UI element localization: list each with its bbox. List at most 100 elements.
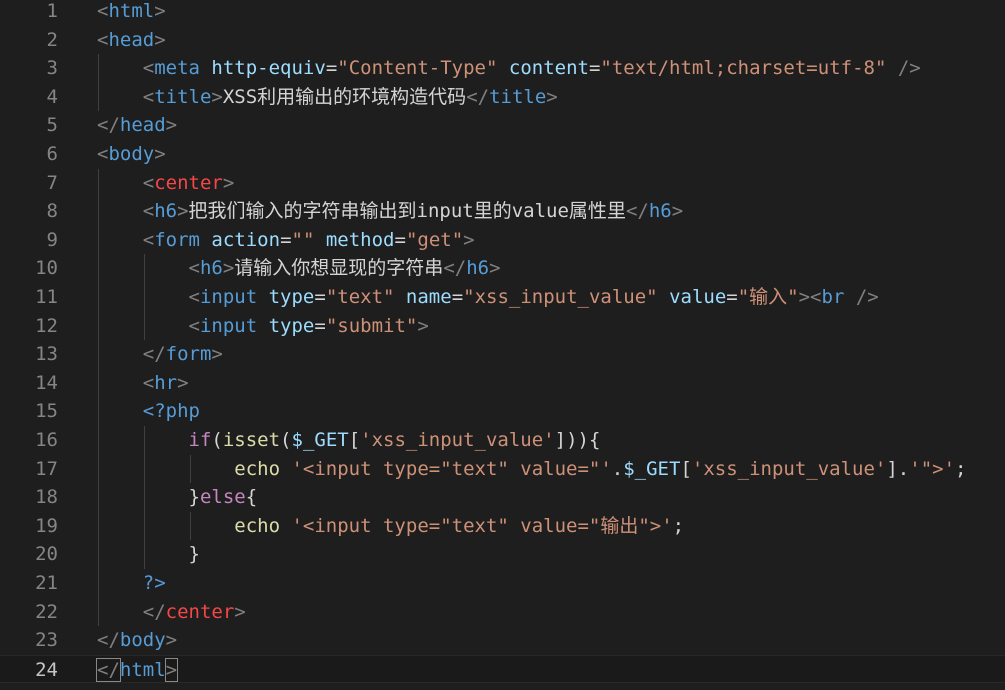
code-line[interactable]: 14 <hr> (0, 368, 1005, 398)
code-token: </ (443, 257, 467, 280)
code-token: head (108, 28, 155, 51)
code-line[interactable]: 24 </html> (0, 654, 1005, 685)
code-token: name (405, 286, 452, 308)
code-text: </head> (97, 111, 177, 140)
code-line[interactable]: 13 </form> (0, 340, 1005, 369)
code-token: '<input type="text" value="输出">' (291, 514, 673, 537)
code-token: title (154, 85, 212, 108)
code-token: </ (466, 85, 490, 108)
code-token: input (199, 314, 258, 337)
code-line[interactable]: 4 <title>XSS利用输出的环境构造代码</title> (0, 82, 1005, 112)
code-line[interactable]: 11 <input type="text" name="xss_input_va… (0, 283, 1005, 312)
code-token: > (671, 200, 684, 223)
code-line[interactable]: 16 if(isset($_GET['xss_input_value'])){ (0, 426, 1005, 455)
code-token: XSS利用输出的环境构造代码 (222, 85, 467, 108)
code-token: "text/html;charset=utf-8" (600, 57, 887, 80)
code-token: </ (97, 114, 120, 137)
code-token: method (325, 228, 395, 251)
code-token: = (726, 286, 738, 308)
code-token: type (268, 314, 315, 337)
code-token: > (546, 85, 558, 108)
code-token: < (97, 28, 109, 51)
code-text: if(isset($_GET['xss_input_value'])){ (97, 426, 601, 455)
code-line[interactable]: 23 </body> (0, 626, 1005, 655)
code-token: body (108, 143, 155, 165)
code-token: title (489, 85, 547, 108)
code-token: < (97, 228, 155, 251)
code-token: form (165, 343, 212, 366)
code-token: < (97, 286, 200, 308)
code-line[interactable]: 18 }else{ (0, 483, 1005, 512)
code-text: <form action="" method="get"> (97, 226, 475, 255)
code-text: <body> (97, 140, 166, 169)
code-text: <title>XSS利用输出的环境构造代码</title> (97, 83, 558, 112)
code-token: "get" (405, 228, 464, 251)
code-text: <html> (97, 0, 166, 26)
code-token: center (165, 600, 235, 623)
line-number: 24 (35, 658, 58, 681)
code-token: > (489, 257, 501, 280)
code-token: if (97, 429, 212, 451)
code-editor[interactable]: 1 <html> 2 <head> 3 <meta http-equiv="Conten… (0, 0, 1005, 690)
code-token: </ (97, 343, 166, 366)
code-line[interactable]: 17 echo '<input type="text" value="'.$_G… (0, 454, 1005, 484)
code-token: = (451, 286, 464, 308)
line-number: 14 (35, 371, 58, 394)
code-line[interactable]: 20 } (0, 540, 1005, 569)
code-token: > (463, 228, 475, 251)
code-token: "Content-Type" (337, 57, 498, 80)
code-token: > (211, 343, 223, 366)
code-token: isset (222, 429, 281, 451)
line-number: 21 (35, 572, 58, 594)
code-token: "text" (325, 286, 395, 308)
code-token: ; (955, 457, 967, 480)
code-token: < (97, 257, 200, 280)
code-text: </html> (96, 656, 179, 685)
code-line[interactable]: 7 <center> (0, 168, 1005, 198)
line-number: 6 (46, 143, 58, 165)
code-line[interactable]: 10 <h6>请输入你想显现的字符串</h6> (0, 254, 1005, 283)
code-line[interactable]: 8 <h6>把我们输入的字符串输出到input里的value属性里</h6> (0, 197, 1005, 226)
code-token: echo (97, 514, 281, 537)
code-line[interactable]: 22 </center> (0, 597, 1005, 627)
code-token: form (154, 228, 200, 251)
code-token: h6 (199, 257, 223, 280)
code-token: body (119, 629, 166, 652)
code-line[interactable]: 2 <head> (0, 26, 1005, 55)
code-token: > (222, 257, 235, 280)
code-token: ; (672, 514, 685, 537)
code-token: = (314, 314, 326, 337)
code-token: else (199, 486, 246, 509)
code-token: < (97, 371, 155, 394)
code-line[interactable]: 3 <meta http-equiv="Content-Type" conten… (0, 54, 1005, 83)
code-token: ( (211, 429, 223, 451)
code-token: . (611, 457, 624, 480)
line-number: 19 (35, 514, 58, 537)
code-token: 'xss_input_value' (360, 429, 555, 451)
code-line[interactable]: 5 </head> (0, 111, 1005, 140)
line-number: 2 (46, 28, 58, 51)
code-token: type (268, 286, 315, 308)
code-line[interactable]: 15 <?php (0, 397, 1005, 426)
code-token: ])){ (554, 429, 601, 451)
code-token: /> (897, 57, 921, 80)
code-line[interactable]: 19 echo '<input type="text" value="输出">'… (0, 511, 1005, 541)
code-line[interactable]: 6 <body> (0, 140, 1005, 169)
code-line[interactable]: 21 ?> (0, 569, 1005, 598)
code-text: <h6>把我们输入的字符串输出到input里的value属性里</h6> (97, 197, 683, 226)
code-line[interactable]: 1 <html> (0, 0, 1005, 26)
code-token: </ (96, 657, 121, 682)
code-line[interactable]: 9 <form action="" method="get"> (0, 225, 1005, 255)
code-token: < (97, 143, 109, 165)
code-token: http-equiv (211, 57, 326, 80)
code-line[interactable]: 12 <input type="submit"> (0, 311, 1005, 341)
code-token: </ (625, 200, 649, 223)
